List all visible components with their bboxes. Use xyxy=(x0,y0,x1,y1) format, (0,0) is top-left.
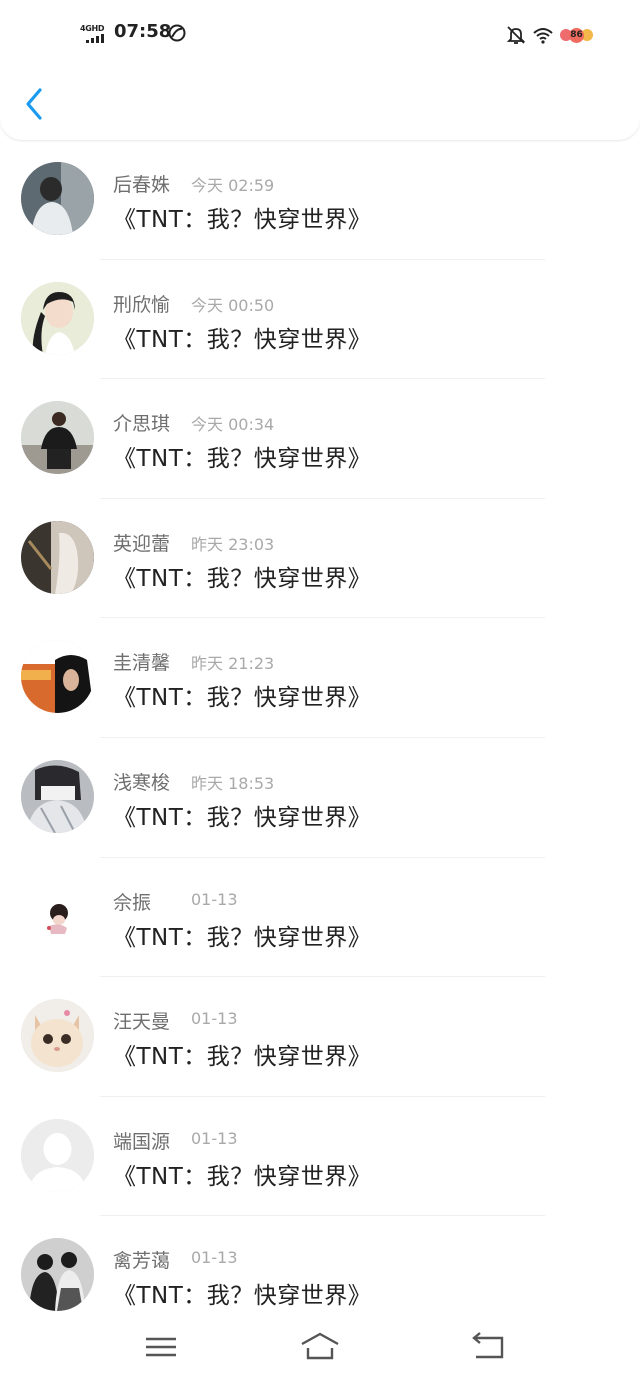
battery-level: 86 xyxy=(569,27,584,43)
message-time: 今天 02:59 xyxy=(191,176,275,195)
status-time: 07:58 xyxy=(114,21,172,42)
status-bar: 4GHD 07:58 86 xyxy=(0,0,640,70)
back-button[interactable] xyxy=(20,86,48,122)
message-preview: 《TNT：我？快穿世界》 xyxy=(113,446,372,473)
message-preview: 《TNT：我？快穿世界》 xyxy=(113,565,372,592)
message-time: 昨天 18:53 xyxy=(191,773,275,793)
sender-name: 介思琪 xyxy=(113,413,171,436)
chevron-left-icon xyxy=(26,88,42,120)
signal-icon xyxy=(86,34,104,43)
battery-indicator: 86 xyxy=(560,27,593,43)
message-time: 01-13 xyxy=(191,1009,238,1029)
menu-icon xyxy=(146,1337,176,1357)
message-time: 01-13 xyxy=(191,1128,238,1148)
message-preview: 《TNT：我？快穿世界》 xyxy=(113,1163,372,1190)
wifi-icon xyxy=(532,24,554,46)
menu-button[interactable] xyxy=(141,1330,181,1364)
sender-name: 后春姝 xyxy=(113,174,171,196)
sender-name: 英迎蕾 xyxy=(113,532,171,555)
sender-name: 端国源 xyxy=(113,1130,171,1153)
message-list: 后春姝 今天 02:59 《TNT：我？快穿世界》 刑欣愉 今天 00:50 《… xyxy=(0,140,640,1336)
list-item[interactable]: 浅寒梭 昨天 18:53 《TNT：我？快穿世界》 xyxy=(0,738,640,858)
return-button[interactable] xyxy=(468,1330,508,1364)
system-nav-bar xyxy=(0,1312,640,1387)
message-preview: 《TNT：我？快穿世界》 xyxy=(113,1044,372,1071)
list-item[interactable]: 端国源 01-13 《TNT：我？快穿世界》 xyxy=(0,1097,640,1217)
message-preview: 《TNT：我？快穿世界》 xyxy=(113,685,372,712)
message-preview: 《TNT：我？快穿世界》 xyxy=(113,924,372,951)
mute-bell-icon xyxy=(505,24,527,46)
home-button[interactable] xyxy=(300,1330,340,1364)
sender-name: 圭清馨 xyxy=(113,652,171,675)
avatar xyxy=(21,1238,94,1312)
avatar xyxy=(21,879,94,953)
home-icon xyxy=(301,1332,339,1360)
message-time: 昨天 23:03 xyxy=(191,534,275,554)
list-item[interactable]: 圭清馨 昨天 21:23 《TNT：我？快穿世界》 xyxy=(0,618,640,738)
list-item[interactable]: 介思琪 今天 00:34 《TNT：我？快穿世界》 xyxy=(0,379,640,499)
top-header: 4GHD 07:58 86 xyxy=(0,0,640,140)
avatar xyxy=(21,999,94,1073)
message-preview: 《TNT：我？快穿世界》 xyxy=(113,326,372,353)
avatar xyxy=(21,520,94,594)
sender-name: 汪天曼 xyxy=(113,1011,171,1034)
avatar xyxy=(21,401,94,475)
message-time: 今天 00:50 xyxy=(191,295,275,315)
sender-name: 刑欣愉 xyxy=(113,293,171,316)
network-indicator: 4GHD xyxy=(80,24,110,46)
message-time: 01-13 xyxy=(191,1248,238,1268)
network-label: 4GHD xyxy=(80,24,105,33)
app-notification-icon xyxy=(168,24,186,42)
list-item[interactable]: 英迎蕾 昨天 23:03 《TNT：我？快穿世界》 xyxy=(0,499,640,619)
avatar xyxy=(21,281,94,355)
message-preview: 《TNT：我？快穿世界》 xyxy=(113,804,372,831)
avatar xyxy=(21,759,94,833)
avatar xyxy=(21,640,94,714)
back-arrow-icon xyxy=(472,1332,504,1359)
avatar xyxy=(21,1118,94,1192)
sender-name: 禽芳蔼 xyxy=(113,1250,171,1273)
list-item[interactable]: 后春姝 今天 02:59 《TNT：我？快穿世界》 xyxy=(0,140,640,260)
message-time: 今天 00:34 xyxy=(191,415,275,435)
message-time: 昨天 21:23 xyxy=(191,654,275,674)
sender-name: 浅寒梭 xyxy=(113,771,171,794)
list-item[interactable]: 刑欣愉 今天 00:50 《TNT：我？快穿世界》 xyxy=(0,260,640,380)
sender-name: 佘振 xyxy=(113,891,152,914)
list-item[interactable]: 佘振 01-13 《TNT：我？快穿世界》 xyxy=(0,858,640,978)
message-preview: 《TNT：我？快穿世界》 xyxy=(113,207,372,233)
message-time: 01-13 xyxy=(191,889,238,909)
avatar xyxy=(21,162,94,235)
list-item[interactable]: 汪天曼 01-13 《TNT：我？快穿世界》 xyxy=(0,977,640,1097)
message-preview: 《TNT：我？快穿世界》 xyxy=(113,1283,372,1310)
